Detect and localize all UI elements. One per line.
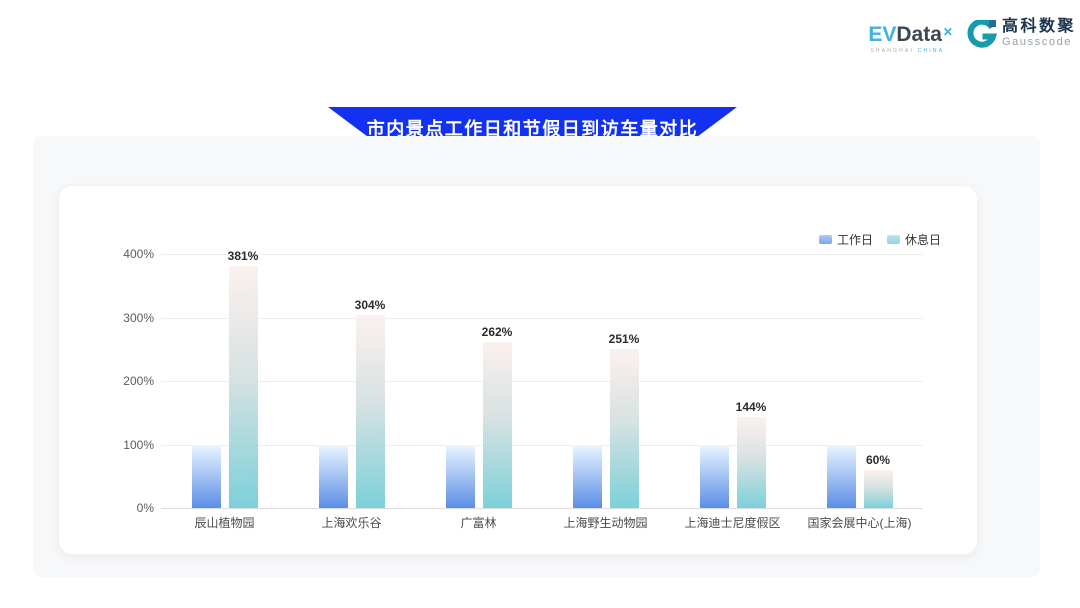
legend-marker-icon: [819, 235, 832, 244]
bar-工作日-上海迪士尼度假区[interactable]: [700, 445, 729, 509]
gridline-200%: [161, 381, 923, 382]
bar-休息日-国家会展中心(上海)[interactable]: [864, 470, 893, 508]
bar-工作日-辰山植物园[interactable]: [192, 445, 221, 509]
x-label-辰山植物园: 辰山植物园: [161, 514, 288, 531]
evdata-subtext: SHANGHAI CHINA: [870, 48, 944, 54]
gausscode-en-name: Gausscode: [1002, 36, 1076, 49]
gausscode-cn-name: 高科数聚: [1002, 18, 1076, 36]
bar-工作日-广富林[interactable]: [446, 445, 475, 509]
bar-value-上海迪士尼度假区: 144%: [719, 400, 783, 414]
x-label-上海欢乐谷: 上海欢乐谷: [288, 514, 415, 531]
legend-item-工作日[interactable]: 工作日: [819, 231, 873, 248]
evdata-subtext-china: CHINA: [918, 48, 945, 54]
evdata-wordmark: EVData✕: [868, 24, 952, 46]
chart-card: 工作日 休息日 0% 100% 200% 300% 400% 381% 304% 262% 25…: [58, 185, 978, 555]
bar-休息日-上海野生动物园[interactable]: [610, 349, 639, 508]
y-tick-400%: 400%: [59, 247, 154, 261]
chart-legend: 工作日 休息日: [819, 231, 941, 248]
x-label-广富林: 广富林: [415, 514, 542, 531]
evdata-x-icon: ✕: [943, 25, 953, 39]
legend-marker-icon: [887, 235, 900, 244]
gausscode-g-icon: [966, 20, 997, 51]
bar-工作日-上海欢乐谷[interactable]: [319, 445, 348, 509]
bar-休息日-上海迪士尼度假区[interactable]: [737, 417, 766, 508]
legend-item-休息日[interactable]: 休息日: [887, 231, 941, 248]
gausscode-text: 高科数聚 Gausscode: [1002, 18, 1076, 49]
x-label-上海迪士尼度假区: 上海迪士尼度假区: [669, 514, 796, 531]
gridline-300%: [161, 318, 923, 319]
y-axis-labels: 0%100%200%300%400%: [59, 254, 154, 508]
chart-panel: 工作日 休息日 0% 100% 200% 300% 400% 381% 304% 262% 25…: [33, 136, 1040, 577]
y-tick-200%: 200%: [59, 374, 154, 388]
bar-value-广富林: 262%: [465, 325, 529, 339]
legend-label: 工作日: [837, 231, 873, 248]
bar-休息日-辰山植物园[interactable]: [229, 266, 258, 508]
bar-休息日-上海欢乐谷[interactable]: [356, 315, 385, 508]
evdata-data-text: Data: [896, 23, 942, 46]
gridline-0%: [161, 508, 923, 509]
evdata-ev-text: EV: [868, 23, 896, 46]
bar-value-上海欢乐谷: 304%: [338, 298, 402, 312]
gausscode-logo: 高科数聚 Gausscode: [966, 18, 1076, 51]
evdata-subtext-shanghai: SHANGHAI: [870, 48, 914, 54]
plot-area: 381%304%262%251%144%60%: [161, 254, 923, 508]
y-tick-0%: 0%: [59, 501, 154, 515]
y-tick-100%: 100%: [59, 438, 154, 452]
y-tick-300%: 300%: [59, 311, 154, 325]
bar-工作日-上海野生动物园[interactable]: [573, 445, 602, 509]
page: EVData✕ SHANGHAI CHINA 高科数聚 Gausscode 市内…: [0, 0, 1080, 608]
bar-value-国家会展中心(上海): 60%: [846, 453, 910, 467]
bar-休息日-广富林[interactable]: [483, 342, 512, 508]
x-axis-labels: 辰山植物园上海欢乐谷广富林上海野生动物园上海迪士尼度假区国家会展中心(上海): [161, 514, 923, 532]
x-label-上海野生动物园: 上海野生动物园: [542, 514, 669, 531]
x-label-国家会展中心(上海): 国家会展中心(上海): [796, 514, 923, 531]
header-logos: EVData✕ SHANGHAI CHINA 高科数聚 Gausscode: [868, 18, 1076, 54]
gridline-400%: [161, 254, 923, 255]
legend-label: 休息日: [905, 231, 941, 248]
bar-value-上海野生动物园: 251%: [592, 332, 656, 346]
bar-value-辰山植物园: 381%: [211, 249, 275, 263]
gridline-100%: [161, 445, 923, 446]
evdata-logo: EVData✕ SHANGHAI CHINA: [868, 18, 952, 54]
